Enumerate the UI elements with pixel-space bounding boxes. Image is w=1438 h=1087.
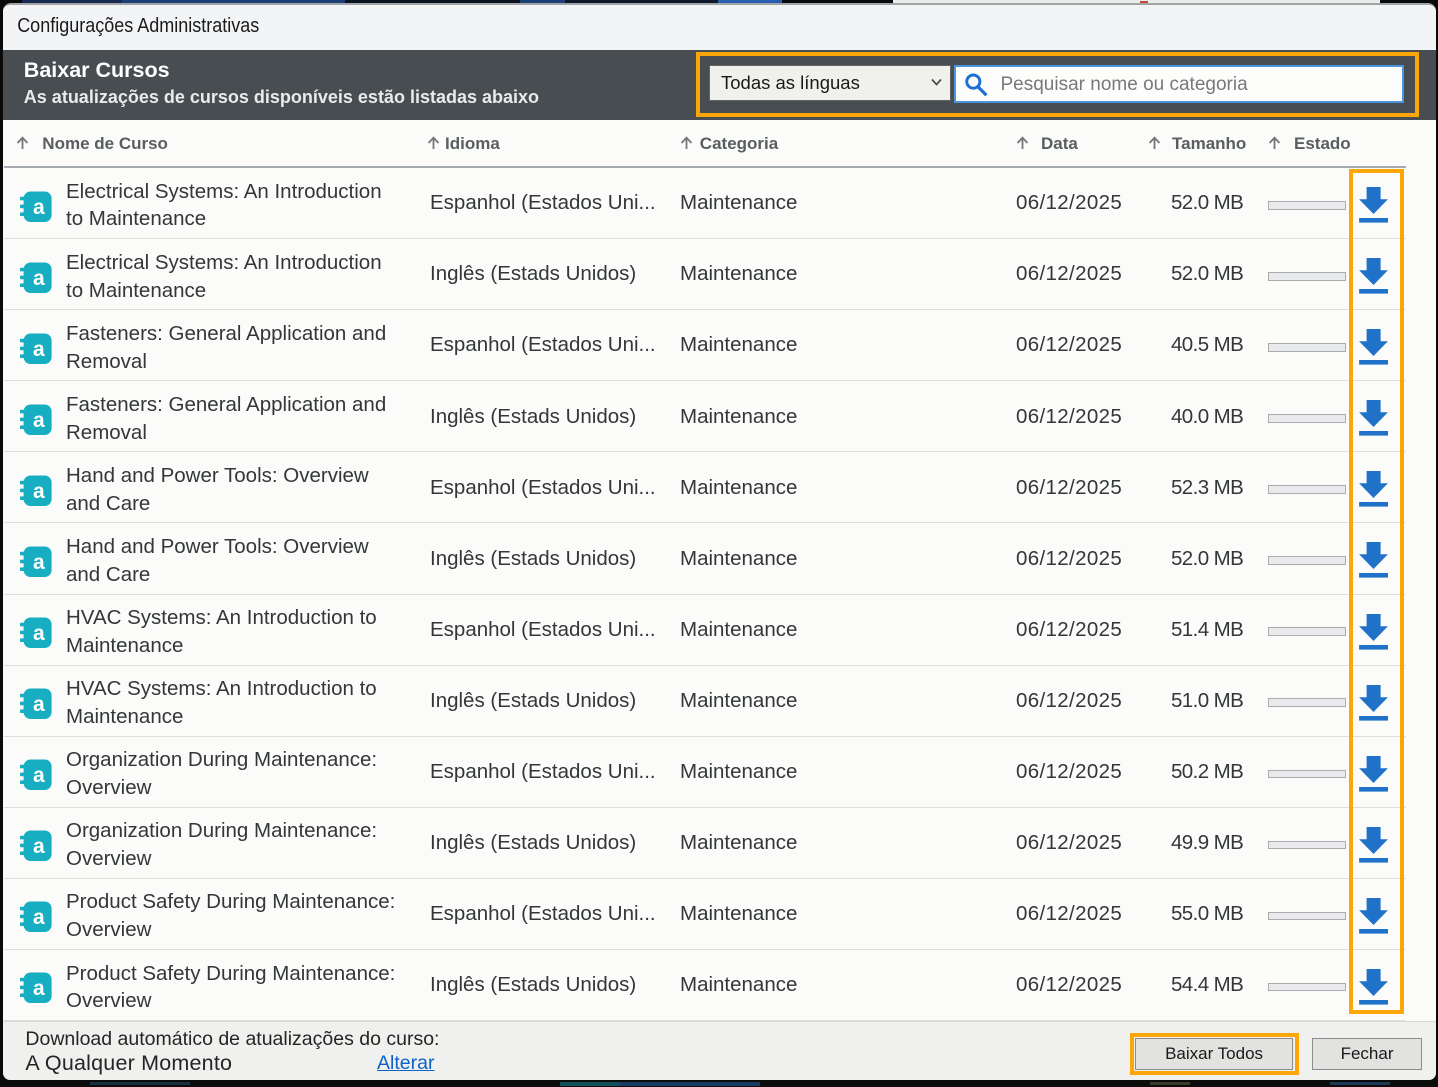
svg-text:a: a	[32, 835, 44, 858]
svg-text:a: a	[32, 622, 44, 645]
svg-text:a: a	[32, 480, 44, 503]
svg-text:a: a	[32, 267, 44, 290]
svg-text:a: a	[32, 906, 44, 929]
svg-text:a: a	[32, 551, 44, 574]
svg-text:a: a	[32, 338, 44, 361]
svg-text:a: a	[32, 693, 44, 716]
svg-text:a: a	[32, 977, 44, 1000]
svg-text:a: a	[32, 764, 44, 787]
svg-text:a: a	[32, 409, 44, 432]
svg-text:a: a	[32, 196, 44, 219]
